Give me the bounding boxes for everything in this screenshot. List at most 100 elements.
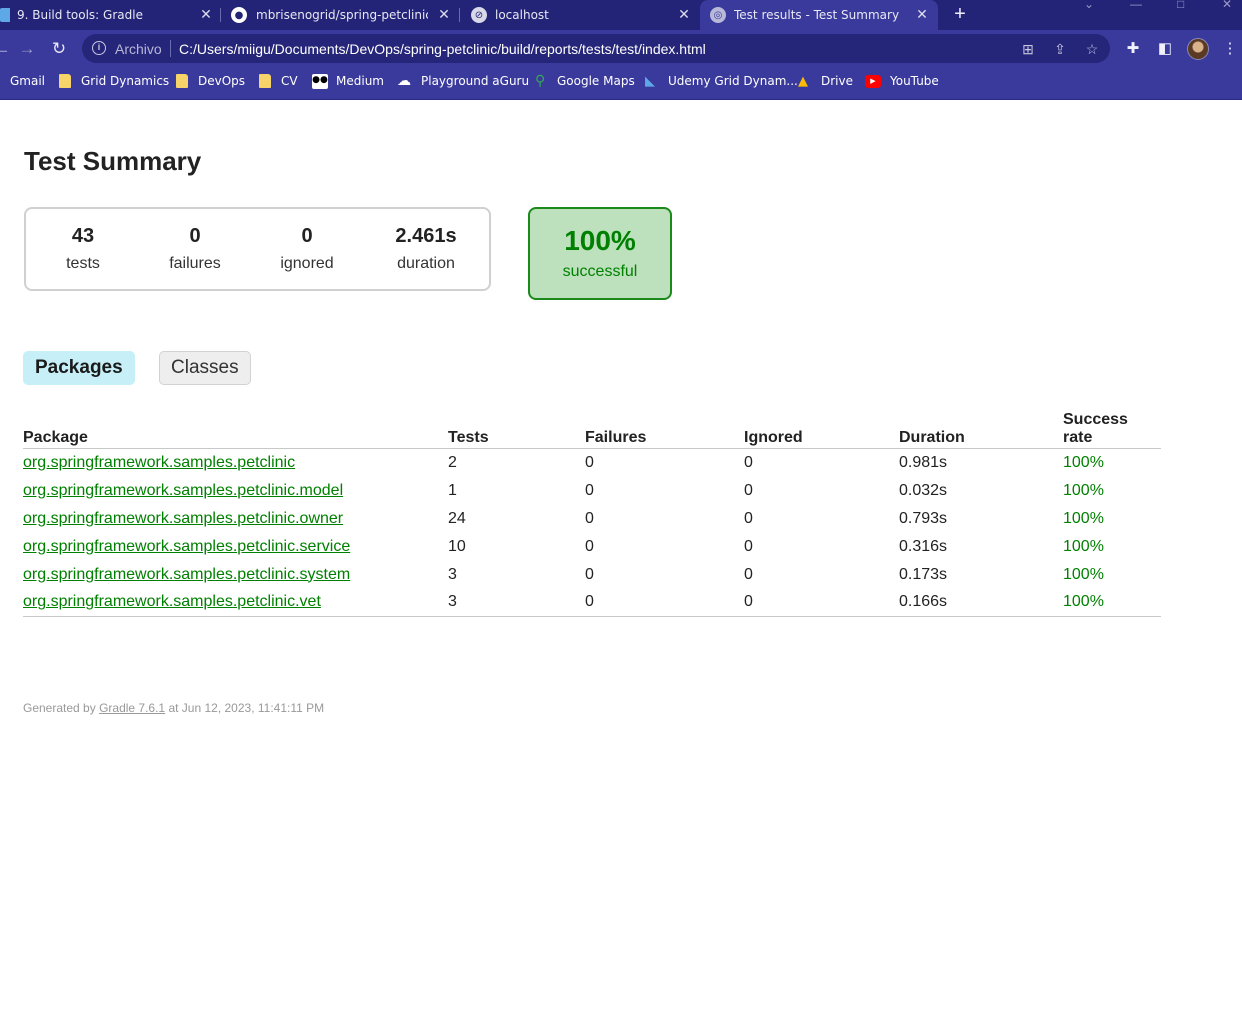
tab-close-icon[interactable]: ✕ (915, 7, 929, 21)
table-header-row: Package Tests Failures Ignored Duration … (23, 411, 1161, 449)
extensions-puzzle-icon[interactable]: ✚ (1123, 39, 1143, 59)
ignored-cell: 0 (744, 565, 753, 583)
failures-cell: 0 (585, 453, 594, 471)
back-arrow-icon[interactable]: ← (0, 39, 12, 59)
bookmark-udemy[interactable]: ◣ Udemy Grid Dynam... (645, 68, 798, 94)
ignored-cell: 0 (744, 509, 753, 527)
tests-cell: 1 (448, 481, 457, 499)
counter-value: 0 (189, 225, 201, 247)
footer-prefix: Generated by (23, 701, 96, 715)
tab-close-icon[interactable]: ✕ (437, 7, 451, 21)
counter-label: tests (66, 255, 100, 272)
package-link[interactable]: org.springframework.samples.petclinic.ve… (23, 593, 321, 610)
bookmark-medium[interactable]: ●● Medium (312, 68, 384, 94)
bookmark-drive[interactable]: ▲ Drive (798, 68, 853, 94)
tab-packages[interactable]: Packages (23, 351, 135, 385)
tab-close-icon[interactable]: ✕ (199, 7, 213, 21)
forward-arrow-icon[interactable]: → (17, 39, 37, 59)
report-footer: Generated by Gradle 7.6.1 at Jun 12, 202… (23, 701, 324, 715)
duration-cell: 0.173s (899, 565, 948, 583)
url-text[interactable]: C:/Users/miigu/Documents/DevOps/spring-p… (179, 41, 706, 57)
maximize-icon[interactable]: □ (1177, 0, 1184, 10)
failures-cell: 0 (585, 481, 594, 499)
map-pin-icon: ⚲ (535, 72, 546, 89)
scheme-label: Archivo (115, 41, 162, 57)
success-rate-cell: 100% (1063, 509, 1104, 527)
failures-cell: 0 (585, 509, 594, 527)
tab-localhost[interactable]: ⊘ localhost (471, 0, 671, 30)
failures-cell: 0 (585, 565, 594, 583)
bookmark-label: Grid Dynamics (81, 74, 170, 88)
share-icon[interactable]: ⇪ (1051, 40, 1069, 58)
success-rate-cell: 100% (1063, 481, 1104, 499)
duration-cell: 0.032s (899, 481, 948, 499)
package-link[interactable]: org.springframework.samples.petclinic.ow… (23, 510, 343, 527)
bookmark-label: Google Maps (557, 74, 635, 88)
failures-cell: 0 (585, 537, 594, 555)
bookmark-label: Udemy Grid Dynam... (668, 74, 798, 88)
bookmark-google-maps[interactable]: ⚲ Google Maps (535, 68, 635, 94)
tab-search-chevron-icon[interactable]: ⌄ (1084, 0, 1094, 10)
counter-label: duration (397, 255, 455, 272)
side-panel-icon[interactable]: ◧ (1155, 39, 1175, 59)
duration-cell: 0.793s (899, 509, 948, 527)
duration-cell: 0.166s (899, 588, 1063, 617)
bookmark-devops[interactable]: DevOps (176, 68, 245, 94)
bookmark-label: Gmail (10, 74, 46, 88)
bookmark-label: Playground aGuru (421, 74, 530, 88)
table-row: org.springframework.samples.petclinic.se… (23, 533, 1161, 561)
address-divider (170, 40, 171, 57)
tab-classes[interactable]: Classes (159, 351, 251, 385)
medium-icon: ●● (312, 73, 328, 89)
package-link[interactable]: org.springframework.samples.petclinic (23, 454, 295, 471)
tab-separator (459, 8, 460, 22)
translate-icon[interactable]: ⊞ (1019, 40, 1037, 58)
reload-icon[interactable]: ↻ (49, 39, 69, 59)
tests-cell: 3 (448, 588, 585, 617)
tab-build-tools[interactable]: 9. Build tools: Gradle (0, 0, 200, 30)
column-header: Package (23, 411, 448, 449)
failures-cell: 0 (585, 588, 744, 617)
success-rate-cell: 100% (1063, 588, 1161, 617)
new-tab-plus-icon[interactable]: + (950, 4, 970, 24)
duration-cell: 0.316s (899, 537, 948, 555)
column-header: Success rate (1063, 411, 1161, 449)
packages-table: Package Tests Failures Ignored Duration … (23, 411, 1161, 617)
bookmark-cv[interactable]: CV (259, 68, 298, 94)
package-link[interactable]: org.springframework.samples.petclinic.sy… (23, 566, 350, 583)
bookmark-youtube[interactable]: ▶ YouTube (865, 68, 939, 94)
bookmark-gmail[interactable]: Gmail (0, 68, 45, 94)
tab-github[interactable]: ● mbrisenogrid/spring-petclinic: A (231, 0, 428, 30)
success-rate-cell: 100% (1063, 537, 1104, 555)
success-percent: 100% (564, 225, 636, 256)
tests-cell: 2 (448, 453, 457, 471)
tab-strip: 9. Build tools: Gradle ✕ ● mbrisenogrid/… (0, 0, 1242, 30)
counter-value: 43 (71, 225, 95, 247)
tab-title: 9. Build tools: Gradle (17, 8, 143, 22)
bookmark-grid-dynamics[interactable]: Grid Dynamics (59, 68, 169, 94)
success-label: successful (562, 263, 638, 280)
tab-close-icon[interactable]: ✕ (677, 7, 691, 21)
bookmark-star-icon[interactable]: ☆ (1083, 40, 1101, 58)
folder-icon (259, 74, 271, 88)
tab-title: localhost (495, 8, 549, 22)
profile-avatar[interactable] (1187, 38, 1209, 60)
tests-cell: 24 (448, 509, 466, 527)
minimize-icon[interactable]: — (1130, 0, 1142, 10)
folder-icon (59, 74, 71, 88)
bookmark-playground[interactable]: ☁ Playground aGuru (397, 68, 529, 94)
table-row: org.springframework.samples.petclinic.sy… (23, 561, 1161, 589)
menu-kebab-icon[interactable]: ⋮ (1220, 39, 1240, 59)
info-icon[interactable]: i (92, 41, 106, 55)
bookmark-label: Medium (336, 74, 384, 88)
youtube-icon: ▶ (865, 74, 881, 88)
address-bar[interactable]: i Archivo C:/Users/miigu/Documents/DevOp… (82, 34, 1110, 63)
package-link[interactable]: org.springframework.samples.petclinic.mo… (23, 482, 343, 499)
tests-cell: 3 (448, 565, 457, 583)
success-rate-box: 100% successful (528, 207, 672, 300)
tab-test-summary[interactable]: ◎ Test results - Test Summary (700, 0, 938, 30)
gradle-link[interactable]: Gradle 7.6.1 (99, 701, 165, 715)
package-link[interactable]: org.springframework.samples.petclinic.se… (23, 538, 350, 555)
counter-ignored: 0 ignored (257, 225, 357, 273)
close-window-icon[interactable]: ✕ (1222, 0, 1232, 10)
